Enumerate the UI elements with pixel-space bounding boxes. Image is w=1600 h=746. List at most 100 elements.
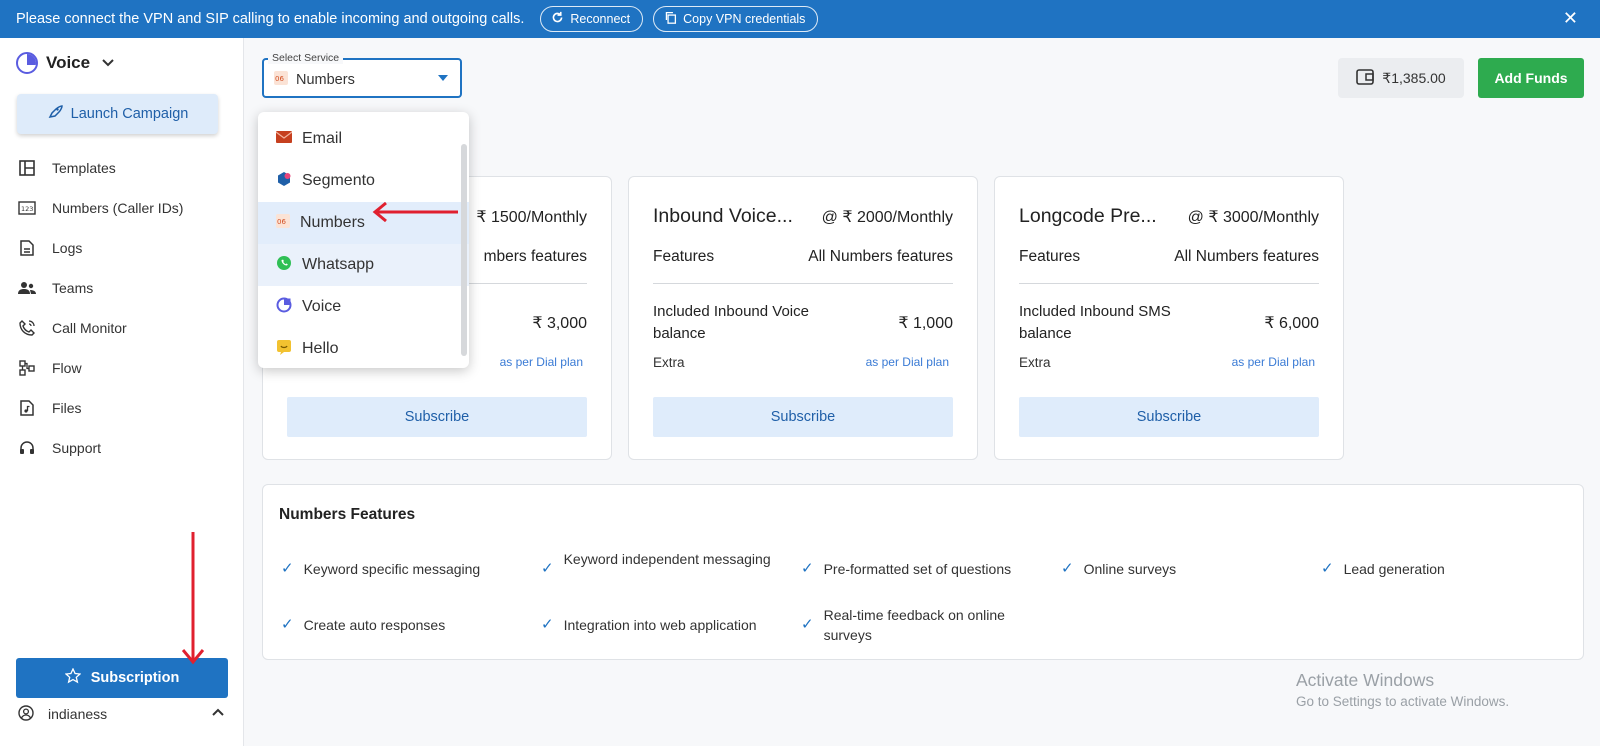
watermark-title: Activate Windows [1296,670,1435,690]
feature-label: Keyword independent messaging [563,551,771,567]
divider [1019,283,1319,284]
divider [653,283,953,284]
hello-icon [276,339,292,360]
star-icon [64,667,82,688]
plan-title: Longcode Pre... [1019,205,1157,227]
annotation-arrow-left-icon [372,202,458,222]
teams-icon [18,279,36,297]
dropdown-item-segmento[interactable]: Segmento [258,160,469,202]
user-avatar-icon [18,704,34,724]
feature-item: ✓ Keyword independent messaging [541,549,781,579]
headset-icon [18,439,36,457]
sidebar-item-label: Numbers (Caller IDs) [52,200,184,216]
voice-logo-icon [16,52,38,74]
sidebar-item-label: Files [52,400,82,416]
flow-icon [18,359,36,377]
check-icon: ✓ [541,616,554,633]
check-icon: ✓ [281,560,294,577]
subscribe-button[interactable]: Subscribe [653,397,953,437]
segmento-icon [276,171,292,192]
product-switcher[interactable]: Voice [16,52,114,74]
annotation-arrow-down-icon [182,532,204,665]
features-title: Numbers Features [279,506,416,523]
check-icon: ✓ [1061,560,1074,577]
check-icon: ✓ [541,560,554,577]
select-value: 06 Numbers [274,71,355,89]
subscription-label: Subscription [90,670,180,686]
sidebar-nav: Templates 123 Numbers (Caller IDs) Logs … [0,148,244,468]
plan-amount: ₹ 3,000 [532,315,587,332]
caret-down-icon [438,75,448,81]
service-select[interactable]: 06 Numbers [262,58,462,98]
plan-features-label: Features [1019,248,1081,265]
svg-text:06: 06 [275,75,284,83]
plan-extra-label: Extra [1019,355,1051,370]
files-icon [18,399,36,417]
feature-label: Lead generation [1343,561,1445,577]
whatsapp-icon [276,255,292,276]
copy-vpn-label: Copy VPN credentials [683,12,806,26]
add-funds-button[interactable]: Add Funds [1478,58,1584,98]
product-title: Voice [46,53,91,72]
plan-amount: ₹ 6,000 [1264,315,1319,332]
numbers-service-icon: 06 [274,71,288,89]
sidebar-item-flow[interactable]: Flow [0,348,244,388]
wallet-balance: ₹1,385.00 [1338,58,1464,98]
plan-features-label: Features [653,248,715,265]
sidebar-item-label: Logs [52,240,83,256]
plan-card: Longcode Pre... @ ₹ 3000/Monthly Feature… [994,176,1344,460]
feature-label: Keyword specific messaging [303,561,481,577]
feature-item: ✓ Pre-formatted set of questions [801,559,1041,579]
launch-campaign-label: Launch Campaign [70,106,189,122]
sidebar-item-files[interactable]: Files [0,388,244,428]
plan-features-value: mbers features [483,248,587,265]
sidebar-item-logs[interactable]: Logs [0,228,244,268]
user-menu[interactable]: indianess [18,701,230,727]
rocket-icon [47,104,63,124]
wallet-icon [1356,68,1375,88]
dropdown-item-email[interactable]: Email [258,118,469,160]
plan-extra-label: Extra [653,355,685,370]
service-dropdown-menu: Email Segmento 06 Numbers Whatsapp Voice… [258,112,469,368]
sidebar-item-call-monitor[interactable]: Call Monitor [0,308,244,348]
username: indianess [48,706,108,722]
check-icon: ✓ [801,560,814,577]
close-icon[interactable]: ✕ [1563,8,1578,29]
subscribe-button[interactable]: Subscribe [287,397,587,437]
reconnect-button[interactable]: Reconnect [540,6,644,32]
sidebar-item-numbers[interactable]: 123 Numbers (Caller IDs) [0,188,244,228]
templates-icon [18,159,36,177]
dropdown-scrollbar[interactable] [461,144,467,356]
copy-icon [664,11,677,27]
dropdown-item-label: Hello [302,340,339,357]
dropdown-item-hello[interactable]: Hello [258,328,469,368]
chevron-down-icon [102,56,114,70]
wallet-amount: ₹1,385.00 [1382,69,1446,86]
email-icon [275,130,293,148]
check-icon: ✓ [801,616,814,633]
copy-vpn-credentials-button[interactable]: Copy VPN credentials [653,6,819,32]
numbers-service-icon: 06 [276,213,290,233]
dropdown-item-whatsapp[interactable]: Whatsapp [258,244,469,286]
feature-item: ✓ Online surveys [1061,559,1301,579]
check-icon: ✓ [281,616,294,633]
chevron-up-icon[interactable] [212,704,224,719]
launch-campaign-button[interactable]: Launch Campaign [17,94,218,134]
plan-extra-value: as per Dial plan [499,355,583,369]
plan-card: Inbound Voice... @ ₹ 2000/Monthly Featur… [628,176,978,460]
sidebar: Voice Launch Campaign Templates 123 Numb… [0,38,244,746]
plan-extra-value: as per Dial plan [865,355,949,369]
dropdown-item-voice[interactable]: Voice [258,286,469,328]
subscribe-button[interactable]: Subscribe [1019,397,1319,437]
sidebar-item-support[interactable]: Support [0,428,244,468]
banner-message: Please connect the VPN and SIP calling t… [16,11,525,27]
feature-item: ✓ Create auto responses [281,615,521,635]
sidebar-item-teams[interactable]: Teams [0,268,244,308]
feature-label: Pre-formatted set of questions [823,561,1012,577]
numbers-icon: 123 [18,199,36,217]
feature-label: Integration into web application [563,617,757,633]
sidebar-item-templates[interactable]: Templates [0,148,244,188]
activate-windows-watermark: Activate Windows Go to Settings to activ… [1296,670,1509,709]
logs-icon [18,239,36,257]
feature-item: ✓ Integration into web application [541,615,781,635]
